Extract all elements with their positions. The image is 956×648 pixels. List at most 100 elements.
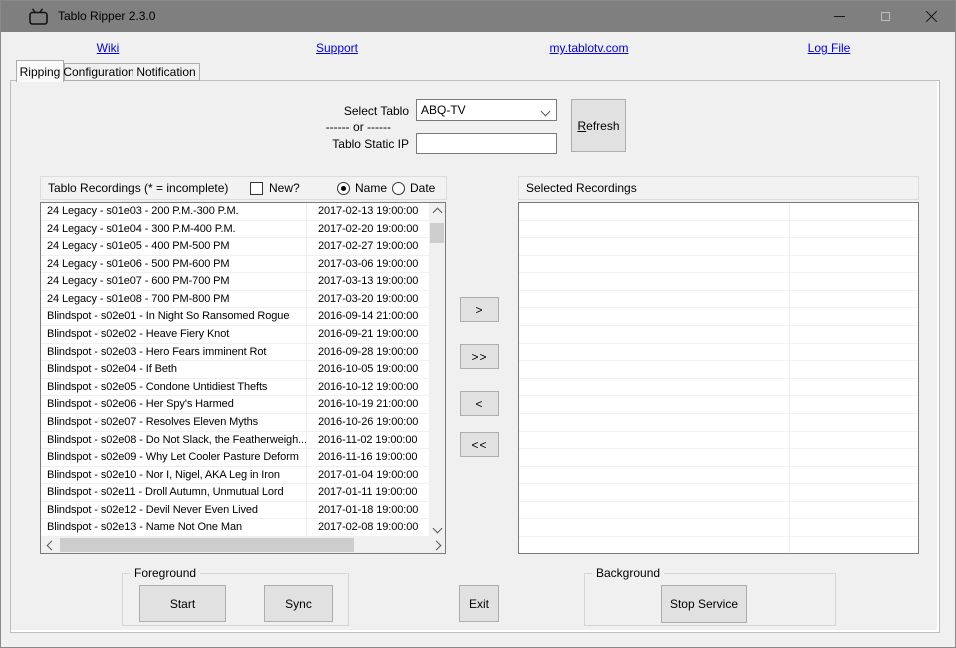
recording-row[interactable]: Blindspot - s02e10 - Nor I, Nigel, AKA L…	[41, 467, 429, 485]
new-checkbox-label[interactable]: New?	[269, 181, 300, 195]
empty-row	[519, 203, 918, 221]
recording-date: 2017-03-13 19:00:00	[307, 273, 429, 290]
empty-row	[519, 273, 918, 291]
recording-row[interactable]: Blindspot - s02e01 - In Night So Ransome…	[41, 308, 429, 326]
recording-date: 2016-10-12 19:00:00	[307, 379, 429, 396]
background-group-label: Background	[592, 566, 664, 580]
new-checkbox[interactable]	[250, 182, 263, 195]
sort-date-label[interactable]: Date	[410, 181, 435, 195]
close-button[interactable]	[908, 1, 954, 32]
scroll-down-icon[interactable]	[429, 522, 445, 537]
recording-row[interactable]: Blindspot - s02e06 - Her Spy's Harmed201…	[41, 396, 429, 414]
add-selected-button[interactable]: >	[460, 297, 499, 322]
recording-title: 24 Legacy - s01e05 - 400 PM-500 PM	[41, 238, 307, 255]
empty-row	[519, 326, 918, 344]
add-all-button[interactable]: >>	[460, 344, 499, 369]
tablotv-link[interactable]: my.tablotv.com	[550, 41, 629, 55]
recording-row[interactable]: Blindspot - s02e12 - Devil Never Even Li…	[41, 502, 429, 520]
sort-name-label[interactable]: Name	[355, 181, 387, 195]
recording-title: Blindspot - s02e11 - Droll Autumn, Unmut…	[41, 484, 307, 501]
recording-date: 2016-09-14 21:00:00	[307, 308, 429, 325]
app-icon	[29, 8, 48, 25]
empty-row	[519, 238, 918, 256]
recording-row[interactable]: 24 Legacy - s01e04 - 300 P.M-400 P.M.201…	[41, 221, 429, 239]
recording-date: 2016-10-05 19:00:00	[307, 361, 429, 378]
foreground-group-label: Foreground	[130, 566, 200, 580]
scroll-up-icon[interactable]	[429, 203, 445, 218]
tab-notification[interactable]: Notification	[133, 63, 200, 81]
select-tablo-label: Select Tablo	[281, 104, 409, 118]
titlebar[interactable]: Tablo Ripper 2.3.0	[1, 1, 955, 32]
recording-row[interactable]: 24 Legacy - s01e05 - 400 PM-500 PM2017-0…	[41, 238, 429, 256]
recording-title: Blindspot - s02e06 - Her Spy's Harmed	[41, 396, 307, 413]
recording-row[interactable]: Blindspot - s02e02 - Heave Fiery Knot201…	[41, 326, 429, 344]
empty-row	[519, 344, 918, 362]
remove-selected-button[interactable]: <	[460, 391, 499, 416]
wiki-link[interactable]: Wiki	[97, 41, 120, 55]
minimize-button[interactable]	[816, 1, 862, 32]
recording-title: Blindspot - s02e04 - If Beth	[41, 361, 307, 378]
recording-title: Blindspot - s02e01 - In Night So Ransome…	[41, 308, 307, 325]
empty-row	[519, 449, 918, 467]
empty-row	[519, 308, 918, 326]
horizontal-scrollbar-thumb[interactable]	[60, 538, 354, 552]
recording-date: 2016-10-26 19:00:00	[307, 414, 429, 431]
logfile-link[interactable]: Log File	[808, 41, 851, 55]
vertical-scrollbar[interactable]	[429, 203, 445, 537]
recordings-rows: 24 Legacy - s01e03 - 200 P.M.-300 P.M.20…	[41, 203, 429, 537]
chevron-down-icon	[541, 107, 551, 117]
window-title: Tablo Ripper 2.3.0	[58, 9, 155, 23]
recording-date: 2017-02-20 19:00:00	[307, 221, 429, 238]
recording-row[interactable]: Blindspot - s02e03 - Hero Fears imminent…	[41, 344, 429, 362]
recording-row[interactable]: 24 Legacy - s01e07 - 600 PM-700 PM2017-0…	[41, 273, 429, 291]
static-ip-input[interactable]	[416, 133, 557, 154]
support-link[interactable]: Support	[316, 41, 358, 55]
recording-date: 2016-11-02 19:00:00	[307, 432, 429, 449]
recording-title: Blindspot - s02e05 - Condone Untidiest T…	[41, 379, 307, 396]
recording-date: 2017-01-18 19:00:00	[307, 502, 429, 519]
recording-row[interactable]: 24 Legacy - s01e08 - 700 PM-800 PM2017-0…	[41, 291, 429, 309]
empty-row	[519, 519, 918, 537]
recording-row[interactable]: Blindspot - s02e08 - Do Not Slack, the F…	[41, 432, 429, 450]
exit-button[interactable]: Exit	[459, 585, 499, 622]
recording-date: 2017-01-04 19:00:00	[307, 467, 429, 484]
sort-date-radio[interactable]	[392, 182, 405, 195]
or-label: ------ or ------	[281, 120, 409, 134]
empty-row	[519, 502, 918, 520]
stop-service-button[interactable]: Stop Service	[661, 585, 747, 623]
empty-row	[519, 221, 918, 239]
recording-title: Blindspot - s02e08 - Do Not Slack, the F…	[41, 432, 307, 449]
recording-row[interactable]: Blindspot - s02e05 - Condone Untidiest T…	[41, 379, 429, 397]
recording-row[interactable]: 24 Legacy - s01e03 - 200 P.M.-300 P.M.20…	[41, 203, 429, 221]
tab-ripping[interactable]: Ripping	[16, 60, 64, 82]
scroll-right-icon[interactable]	[430, 537, 445, 553]
recording-row[interactable]: Blindspot - s02e04 - If Beth2016-10-05 1…	[41, 361, 429, 379]
selected-listview[interactable]	[518, 202, 919, 554]
recording-row[interactable]: Blindspot - s02e11 - Droll Autumn, Unmut…	[41, 484, 429, 502]
recording-date: 2017-02-27 19:00:00	[307, 238, 429, 255]
recording-row[interactable]: Blindspot - s02e09 - Why Let Cooler Past…	[41, 449, 429, 467]
recording-row[interactable]: 24 Legacy - s01e06 - 500 PM-600 PM2017-0…	[41, 256, 429, 274]
empty-row	[519, 361, 918, 379]
sync-button[interactable]: Sync	[264, 585, 333, 622]
maximize-button	[862, 1, 908, 32]
scroll-left-icon[interactable]	[42, 537, 57, 553]
horizontal-scrollbar[interactable]	[41, 537, 445, 553]
remove-all-button[interactable]: <<	[460, 432, 499, 457]
vertical-scrollbar-thumb[interactable]	[430, 223, 444, 243]
recording-title: Blindspot - s02e07 - Resolves Eleven Myt…	[41, 414, 307, 431]
empty-row	[519, 414, 918, 432]
tablo-select-dropdown[interactable]: ABQ-TV	[416, 99, 557, 121]
app-window: Tablo Ripper 2.3.0 Wiki Support my.tablo…	[0, 0, 956, 648]
tab-configuration[interactable]: Configuration	[64, 63, 134, 81]
recording-row[interactable]: Blindspot - s02e13 - Name Not One Man201…	[41, 519, 429, 537]
sort-name-radio[interactable]	[337, 182, 350, 195]
recording-date: 2016-11-16 19:00:00	[307, 449, 429, 466]
start-button[interactable]: Start	[139, 585, 226, 622]
recording-date: 2016-09-21 19:00:00	[307, 326, 429, 343]
refresh-button[interactable]: Refresh	[571, 99, 626, 152]
selected-header-label: Selected Recordings	[526, 181, 637, 195]
recording-title: Blindspot - s02e03 - Hero Fears imminent…	[41, 344, 307, 361]
recording-row[interactable]: Blindspot - s02e07 - Resolves Eleven Myt…	[41, 414, 429, 432]
recordings-listview[interactable]: 24 Legacy - s01e03 - 200 P.M.-300 P.M.20…	[40, 202, 446, 554]
